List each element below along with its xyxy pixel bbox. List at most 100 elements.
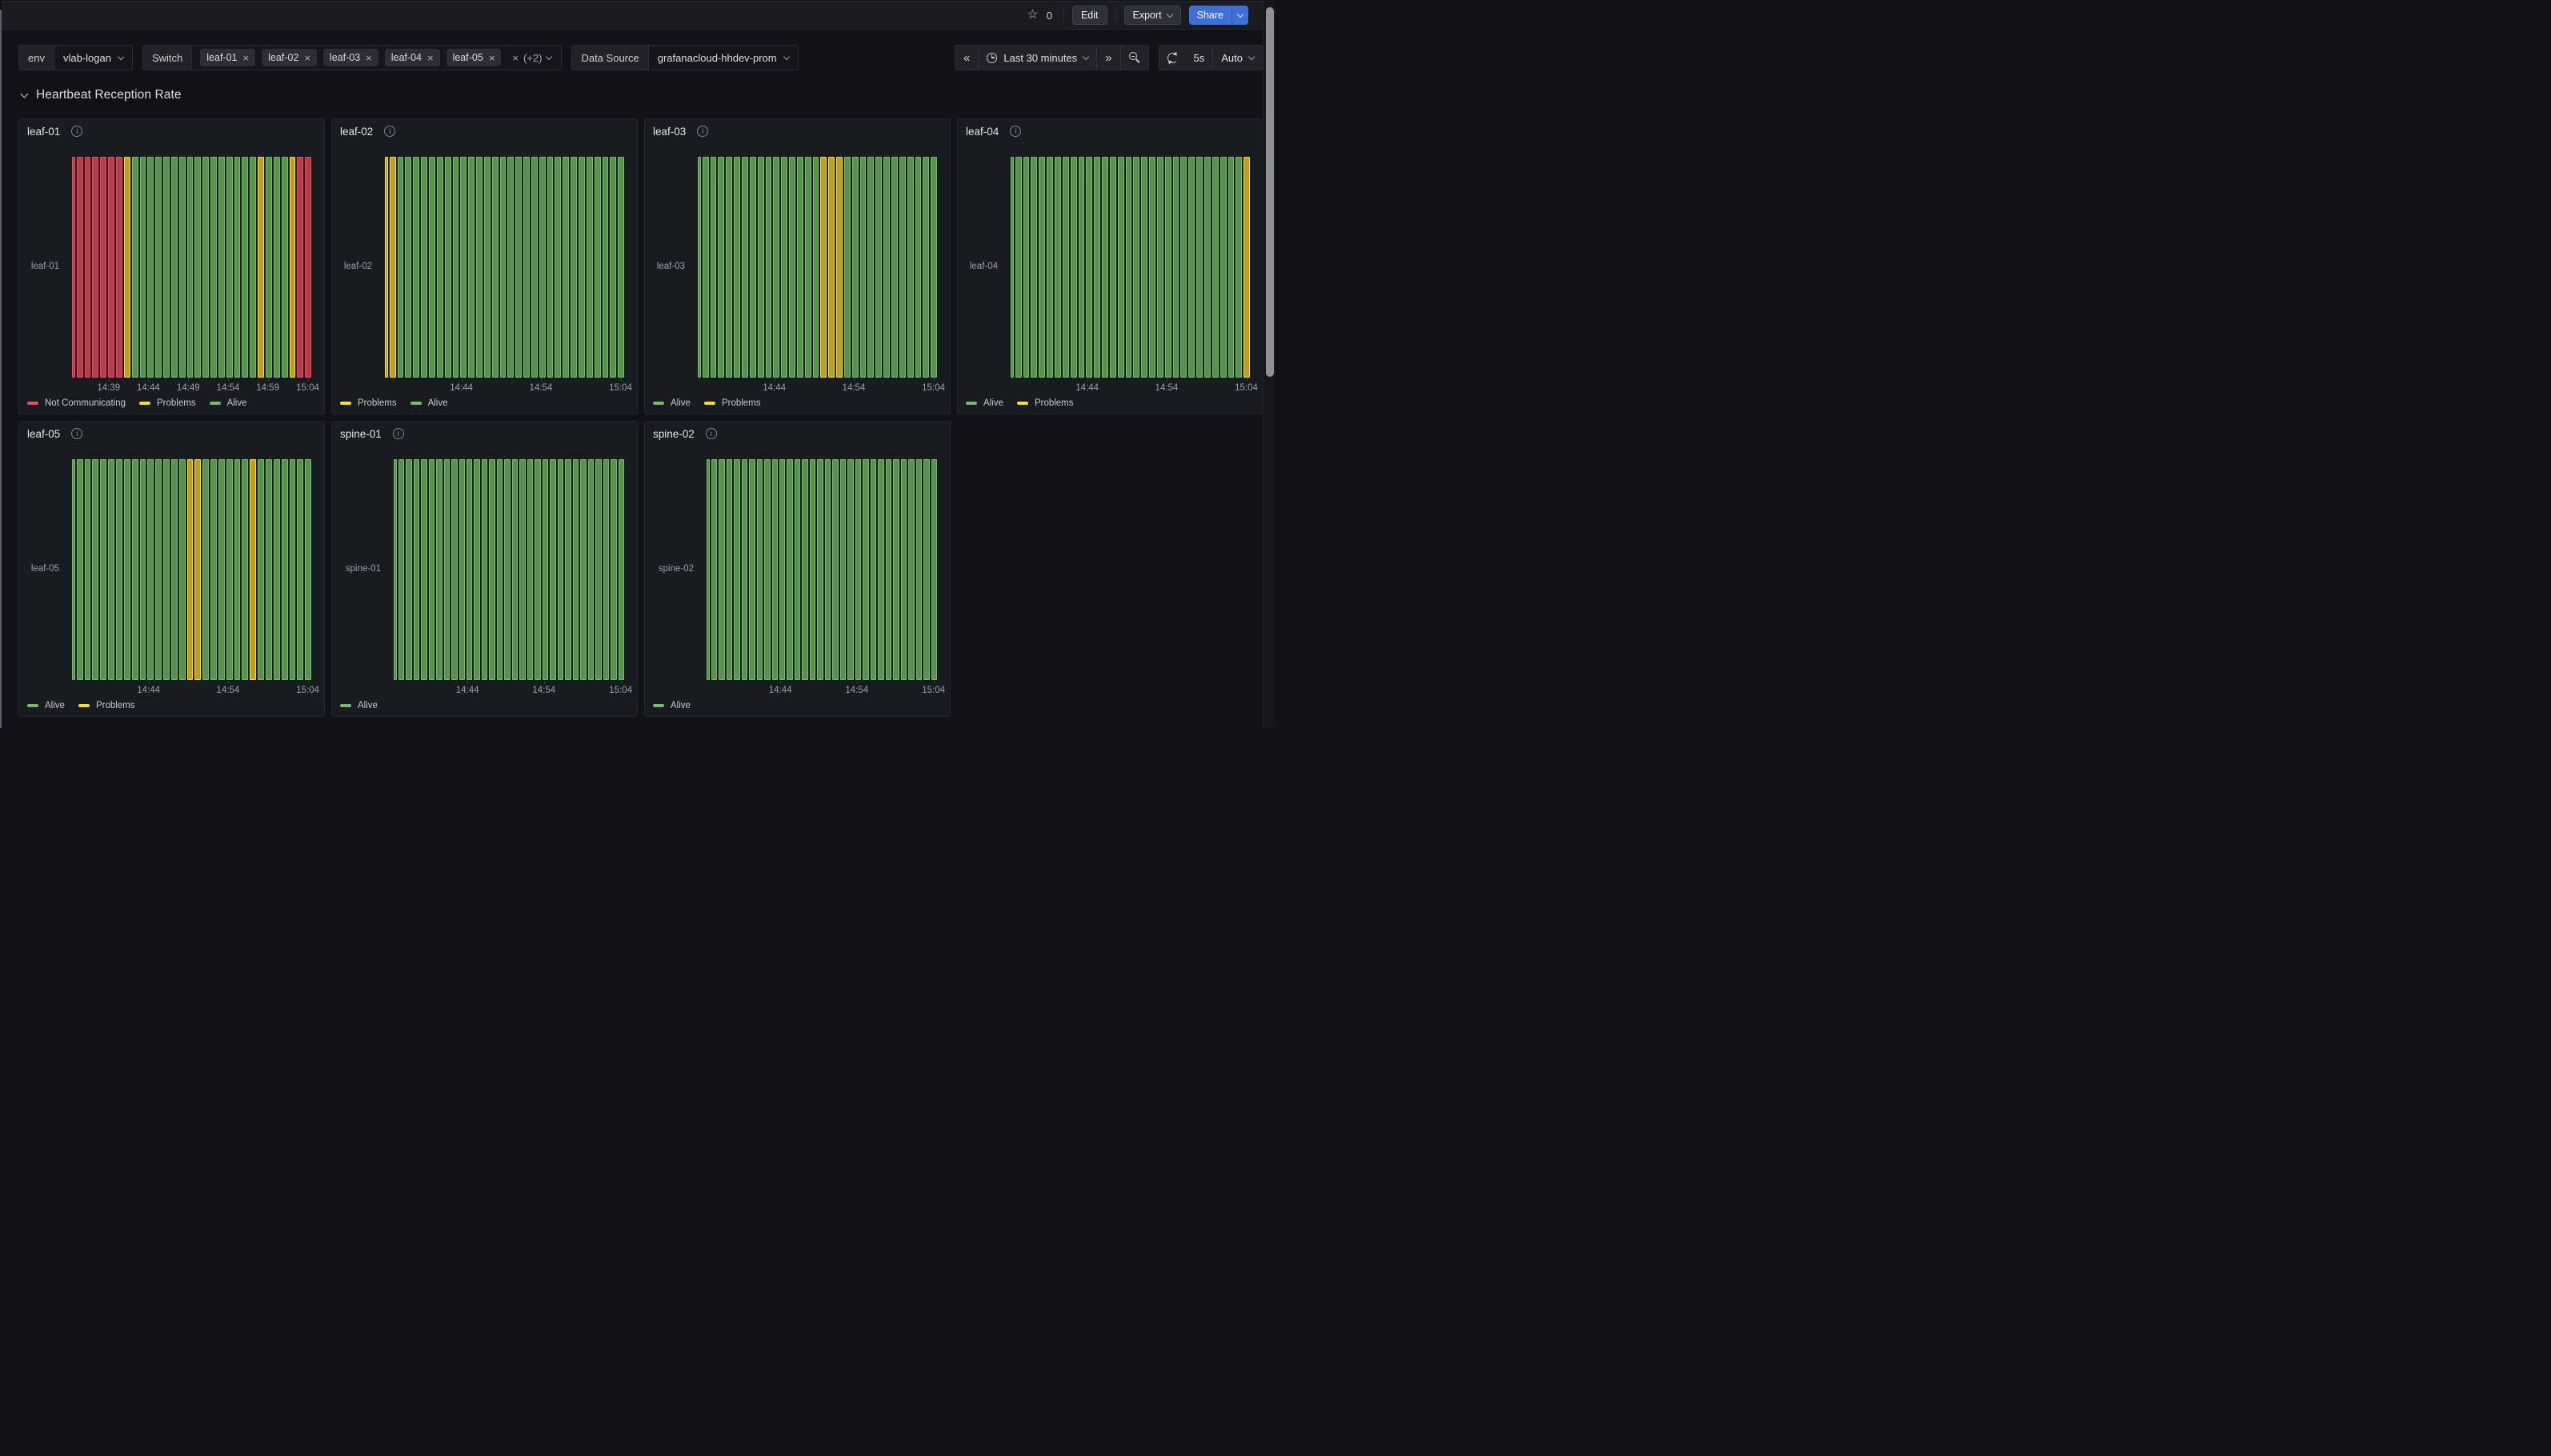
legend-pill-problems bbox=[340, 402, 351, 405]
state-timeline-plot: 14:4414:5415:04 bbox=[698, 157, 937, 378]
env-select[interactable]: vlab-logan bbox=[54, 46, 132, 70]
share-button[interactable]: Share bbox=[1189, 6, 1231, 25]
refresh-button[interactable] bbox=[1159, 46, 1186, 70]
star-button[interactable]: ☆ bbox=[1027, 9, 1038, 22]
x-tick-label: 15:04 bbox=[296, 383, 319, 393]
state-bar-alive bbox=[595, 459, 601, 680]
state-bar-alive bbox=[437, 157, 443, 378]
legend-item-alive[interactable]: Alive bbox=[653, 398, 691, 408]
refresh-mode-label: Auto bbox=[1221, 52, 1243, 64]
x-axis: 14:4414:5415:04 bbox=[698, 378, 937, 395]
state-timeline-plot: 14:3914:4414:4914:5414:5915:04 bbox=[72, 157, 311, 378]
info-icon[interactable]: i bbox=[71, 126, 82, 137]
state-bar-alive bbox=[825, 459, 831, 680]
panel-title[interactable]: leaf-04 bbox=[966, 126, 999, 138]
refresh-mode-button[interactable]: Auto bbox=[1212, 46, 1262, 70]
remove-chip-icon[interactable]: × bbox=[304, 53, 310, 63]
state-bar-down bbox=[116, 157, 122, 378]
info-icon[interactable]: i bbox=[393, 428, 404, 439]
state-bar-alive bbox=[1180, 157, 1187, 378]
x-tick-label: 14:54 bbox=[845, 686, 868, 695]
export-button[interactable]: Export bbox=[1124, 6, 1181, 25]
legend-item-problems[interactable]: Problems bbox=[1017, 398, 1074, 408]
remove-chip-icon[interactable]: × bbox=[427, 53, 434, 63]
scrollbar-thumb[interactable] bbox=[1266, 7, 1274, 377]
panel-title[interactable]: spine-02 bbox=[653, 428, 695, 440]
legend-item-problems[interactable]: Problems bbox=[78, 701, 135, 710]
panel: leaf-01 i leaf-01 14:3914:4414:4914:5414… bbox=[18, 118, 325, 414]
remove-chip-icon[interactable]: × bbox=[489, 53, 495, 63]
state-timeline-plot: 14:4414:5415:04 bbox=[707, 459, 937, 680]
state-bar-alive bbox=[429, 459, 435, 680]
switch-chip[interactable]: leaf-04× bbox=[385, 49, 440, 66]
bars bbox=[698, 157, 937, 378]
remove-chip-icon[interactable]: × bbox=[243, 53, 250, 63]
legend-item-problems[interactable]: Problems bbox=[340, 398, 397, 408]
state-bar-alive bbox=[1188, 157, 1195, 378]
section-header-heartbeat[interactable]: Heartbeat Reception Rate bbox=[22, 88, 182, 102]
switch-chip[interactable]: leaf-01× bbox=[200, 49, 255, 66]
state-bar-partial bbox=[394, 459, 397, 680]
left-edge-scrollbar[interactable] bbox=[0, 10, 2, 728]
info-icon[interactable]: i bbox=[706, 428, 717, 439]
switch-chip[interactable]: leaf-03× bbox=[323, 49, 378, 66]
legend-label: Problems bbox=[358, 398, 397, 408]
x-tick-label: 14:54 bbox=[217, 383, 240, 393]
panel-title[interactable]: spine-01 bbox=[340, 428, 382, 440]
remove-chip-icon[interactable]: × bbox=[366, 53, 372, 63]
state-bar-alive bbox=[421, 157, 427, 378]
state-bar-problems bbox=[258, 157, 264, 378]
edit-button[interactable]: Edit bbox=[1072, 6, 1107, 25]
info-icon[interactable]: i bbox=[697, 126, 708, 137]
state-bar-alive bbox=[931, 459, 937, 680]
legend-item-down[interactable]: Not Communicating bbox=[27, 398, 126, 408]
info-icon[interactable]: i bbox=[384, 126, 395, 137]
switch-chip[interactable]: leaf-02× bbox=[262, 49, 317, 66]
state-bar-alive bbox=[915, 157, 922, 378]
state-bar-alive bbox=[1086, 157, 1092, 378]
legend-item-alive[interactable]: Alive bbox=[966, 398, 1003, 408]
x-tick-label: 14:59 bbox=[256, 383, 279, 393]
legend-label: Not Communicating bbox=[45, 398, 126, 408]
panel-title[interactable]: leaf-01 bbox=[27, 126, 60, 138]
time-shift-forward-button[interactable]: » bbox=[1096, 46, 1119, 70]
x-tick-label: 14:44 bbox=[137, 686, 160, 695]
switch-chip[interactable]: leaf-05 × bbox=[447, 49, 502, 66]
state-bar-alive bbox=[445, 157, 451, 378]
panel-title[interactable]: leaf-05 bbox=[27, 428, 60, 440]
state-bar-alive bbox=[155, 459, 162, 680]
x-tick-mark bbox=[308, 378, 309, 382]
panel-title[interactable]: leaf-03 bbox=[653, 126, 686, 138]
legend-item-alive[interactable]: Alive bbox=[410, 398, 448, 408]
state-bar-alive bbox=[813, 157, 819, 378]
share-menu-button[interactable] bbox=[1231, 6, 1248, 25]
refresh-interval: 5s bbox=[1186, 46, 1213, 70]
legend-item-alive[interactable]: Alive bbox=[210, 398, 247, 408]
time-shift-back-button[interactable]: « bbox=[955, 46, 978, 70]
state-bar-alive bbox=[907, 157, 914, 378]
panel-title[interactable]: leaf-02 bbox=[340, 126, 373, 138]
info-icon[interactable]: i bbox=[1010, 126, 1021, 137]
legend-item-alive[interactable]: Alive bbox=[27, 701, 65, 710]
chip-label: leaf-05 bbox=[453, 52, 483, 63]
state-timeline-plot: 14:4414:5415:04 bbox=[72, 459, 311, 680]
legend-item-alive[interactable]: Alive bbox=[340, 701, 378, 710]
state-bar-alive bbox=[916, 459, 922, 680]
state-bar-alive bbox=[772, 459, 778, 680]
page-scrollbar[interactable] bbox=[1263, 0, 1276, 728]
state-bar-alive bbox=[77, 459, 83, 680]
info-icon[interactable]: i bbox=[71, 428, 82, 439]
legend-item-problems[interactable]: Problems bbox=[704, 398, 761, 408]
clear-all-icon[interactable]: × bbox=[512, 52, 519, 64]
state-bar-alive bbox=[891, 157, 898, 378]
zoom-out-button[interactable] bbox=[1120, 46, 1148, 70]
datasource-select[interactable]: grafanacloud-hhdev-prom bbox=[649, 46, 798, 70]
state-bar-alive bbox=[787, 459, 792, 680]
switch-overflow-button[interactable]: × (+2) bbox=[509, 46, 561, 70]
legend-item-problems[interactable]: Problems bbox=[139, 398, 196, 408]
state-bar-alive bbox=[1015, 157, 1022, 378]
time-range-button[interactable]: Last 30 minutes bbox=[978, 46, 1096, 70]
panel-header: leaf-05 i bbox=[27, 426, 82, 441]
state-bar-alive bbox=[1031, 157, 1037, 378]
legend-item-alive[interactable]: Alive bbox=[653, 701, 691, 710]
